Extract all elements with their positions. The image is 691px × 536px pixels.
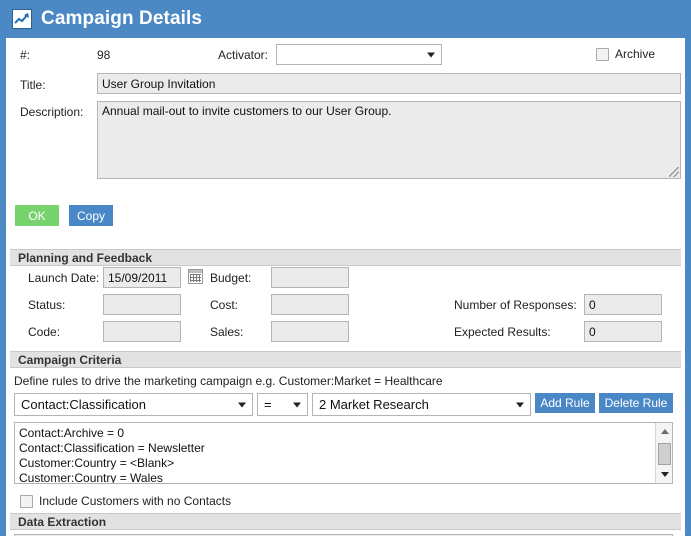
- ok-button[interactable]: OK: [15, 205, 59, 226]
- include-no-contacts-group[interactable]: Include Customers with no Contacts: [20, 494, 231, 508]
- status-input[interactable]: [103, 294, 181, 315]
- rule-field-select[interactable]: Contact:Classification: [14, 393, 253, 416]
- code-label: Code:: [28, 325, 61, 339]
- title-label: Title:: [20, 78, 46, 92]
- include-no-contacts-label: Include Customers with no Contacts: [39, 494, 232, 508]
- title-value: User Group Invitation: [102, 76, 216, 91]
- number-value: 98: [97, 48, 111, 62]
- window-titlebar: Campaign Details: [0, 0, 691, 38]
- extraction-section-header: Data Extraction: [10, 513, 681, 530]
- expected-results-value: 0: [589, 324, 596, 339]
- expected-results-label: Expected Results:: [454, 325, 551, 339]
- ok-button-label: OK: [28, 208, 46, 223]
- copy-button-label: Copy: [76, 208, 105, 223]
- rules-scrollbar[interactable]: [655, 423, 672, 483]
- launch-date-value: 15/09/2011: [108, 270, 168, 285]
- rule-operator-value: =: [264, 397, 272, 412]
- copy-button[interactable]: Copy: [69, 205, 113, 226]
- scrollbar-thumb[interactable]: [658, 443, 671, 465]
- planning-section-title: Planning and Feedback: [18, 250, 153, 265]
- list-item[interactable]: Customer:Country = Wales: [19, 471, 668, 483]
- scroll-up-button[interactable]: [656, 423, 672, 440]
- responses-value: 0: [589, 297, 596, 312]
- description-label: Description:: [20, 105, 84, 119]
- archive-checkbox-group[interactable]: Archive: [596, 47, 655, 61]
- include-no-contacts-checkbox[interactable]: [20, 494, 33, 508]
- responses-input[interactable]: 0: [584, 294, 662, 315]
- status-label: Status:: [28, 298, 66, 312]
- description-textarea[interactable]: Annual mail-out to invite customers to o…: [97, 101, 681, 179]
- archive-label: Archive: [615, 47, 656, 61]
- extraction-section-title: Data Extraction: [18, 514, 107, 529]
- line-chart-icon: [12, 9, 32, 29]
- add-rule-button[interactable]: Add Rule: [535, 393, 595, 413]
- cost-input[interactable]: [271, 294, 349, 315]
- chevron-down-icon: [293, 402, 301, 407]
- scroll-down-button[interactable]: [656, 466, 672, 483]
- rule-value-select[interactable]: 2 Market Research: [312, 393, 531, 416]
- rule-operator-select[interactable]: =: [257, 393, 308, 416]
- list-item[interactable]: Customer:Country = <Blank>: [19, 456, 668, 471]
- activator-select[interactable]: [276, 44, 442, 65]
- number-label: #:: [20, 48, 31, 62]
- add-rule-label: Add Rule: [540, 396, 590, 410]
- sales-label: Sales:: [210, 325, 244, 339]
- rule-field-value: Contact:Classification: [21, 397, 146, 412]
- page-title: Campaign Details: [41, 8, 203, 29]
- list-item[interactable]: Contact:Classification = Newsletter: [19, 441, 668, 456]
- rules-list: Contact:Archive = 0 Contact:Classificati…: [15, 423, 672, 483]
- criteria-section-title: Campaign Criteria: [18, 352, 122, 367]
- responses-label: Number of Responses:: [454, 298, 577, 312]
- resize-grip-icon[interactable]: [669, 167, 679, 177]
- criteria-hint: Define rules to drive the marketing camp…: [14, 374, 443, 388]
- delete-rule-button[interactable]: Delete Rule: [599, 393, 673, 413]
- planning-section-header: Planning and Feedback: [10, 249, 681, 266]
- launch-date-input[interactable]: 15/09/2011: [103, 267, 181, 288]
- activator-label: Activator:: [218, 48, 269, 62]
- expected-results-input[interactable]: 0: [584, 321, 662, 342]
- delete-rule-label: Delete Rule: [604, 396, 668, 410]
- chevron-up-icon: [660, 429, 669, 434]
- code-input[interactable]: [103, 321, 181, 342]
- criteria-section-header: Campaign Criteria: [10, 351, 681, 368]
- list-item[interactable]: Contact:Archive = 0: [19, 426, 668, 441]
- title-input[interactable]: User Group Invitation: [97, 73, 681, 94]
- budget-input[interactable]: [271, 267, 349, 288]
- description-value: Annual mail-out to invite customers to o…: [102, 104, 392, 118]
- chevron-down-icon: [516, 402, 524, 407]
- archive-checkbox[interactable]: [596, 47, 609, 61]
- chevron-down-icon: [660, 472, 669, 477]
- form-panel: #: 98 Activator: Archive Title: User Gro…: [6, 38, 685, 536]
- chevron-down-icon: [238, 402, 246, 407]
- campaign-details-window: Campaign Details #: 98 Activator: Archiv…: [0, 0, 691, 536]
- cost-label: Cost:: [210, 298, 239, 312]
- budget-label: Budget:: [210, 271, 252, 285]
- chevron-down-icon: [427, 52, 435, 57]
- rule-value-value: 2 Market Research: [319, 397, 429, 412]
- rules-listbox[interactable]: Contact:Archive = 0 Contact:Classificati…: [14, 422, 673, 484]
- sales-input[interactable]: [271, 321, 349, 342]
- launch-date-label: Launch Date:: [28, 271, 100, 285]
- calendar-icon[interactable]: [188, 269, 203, 284]
